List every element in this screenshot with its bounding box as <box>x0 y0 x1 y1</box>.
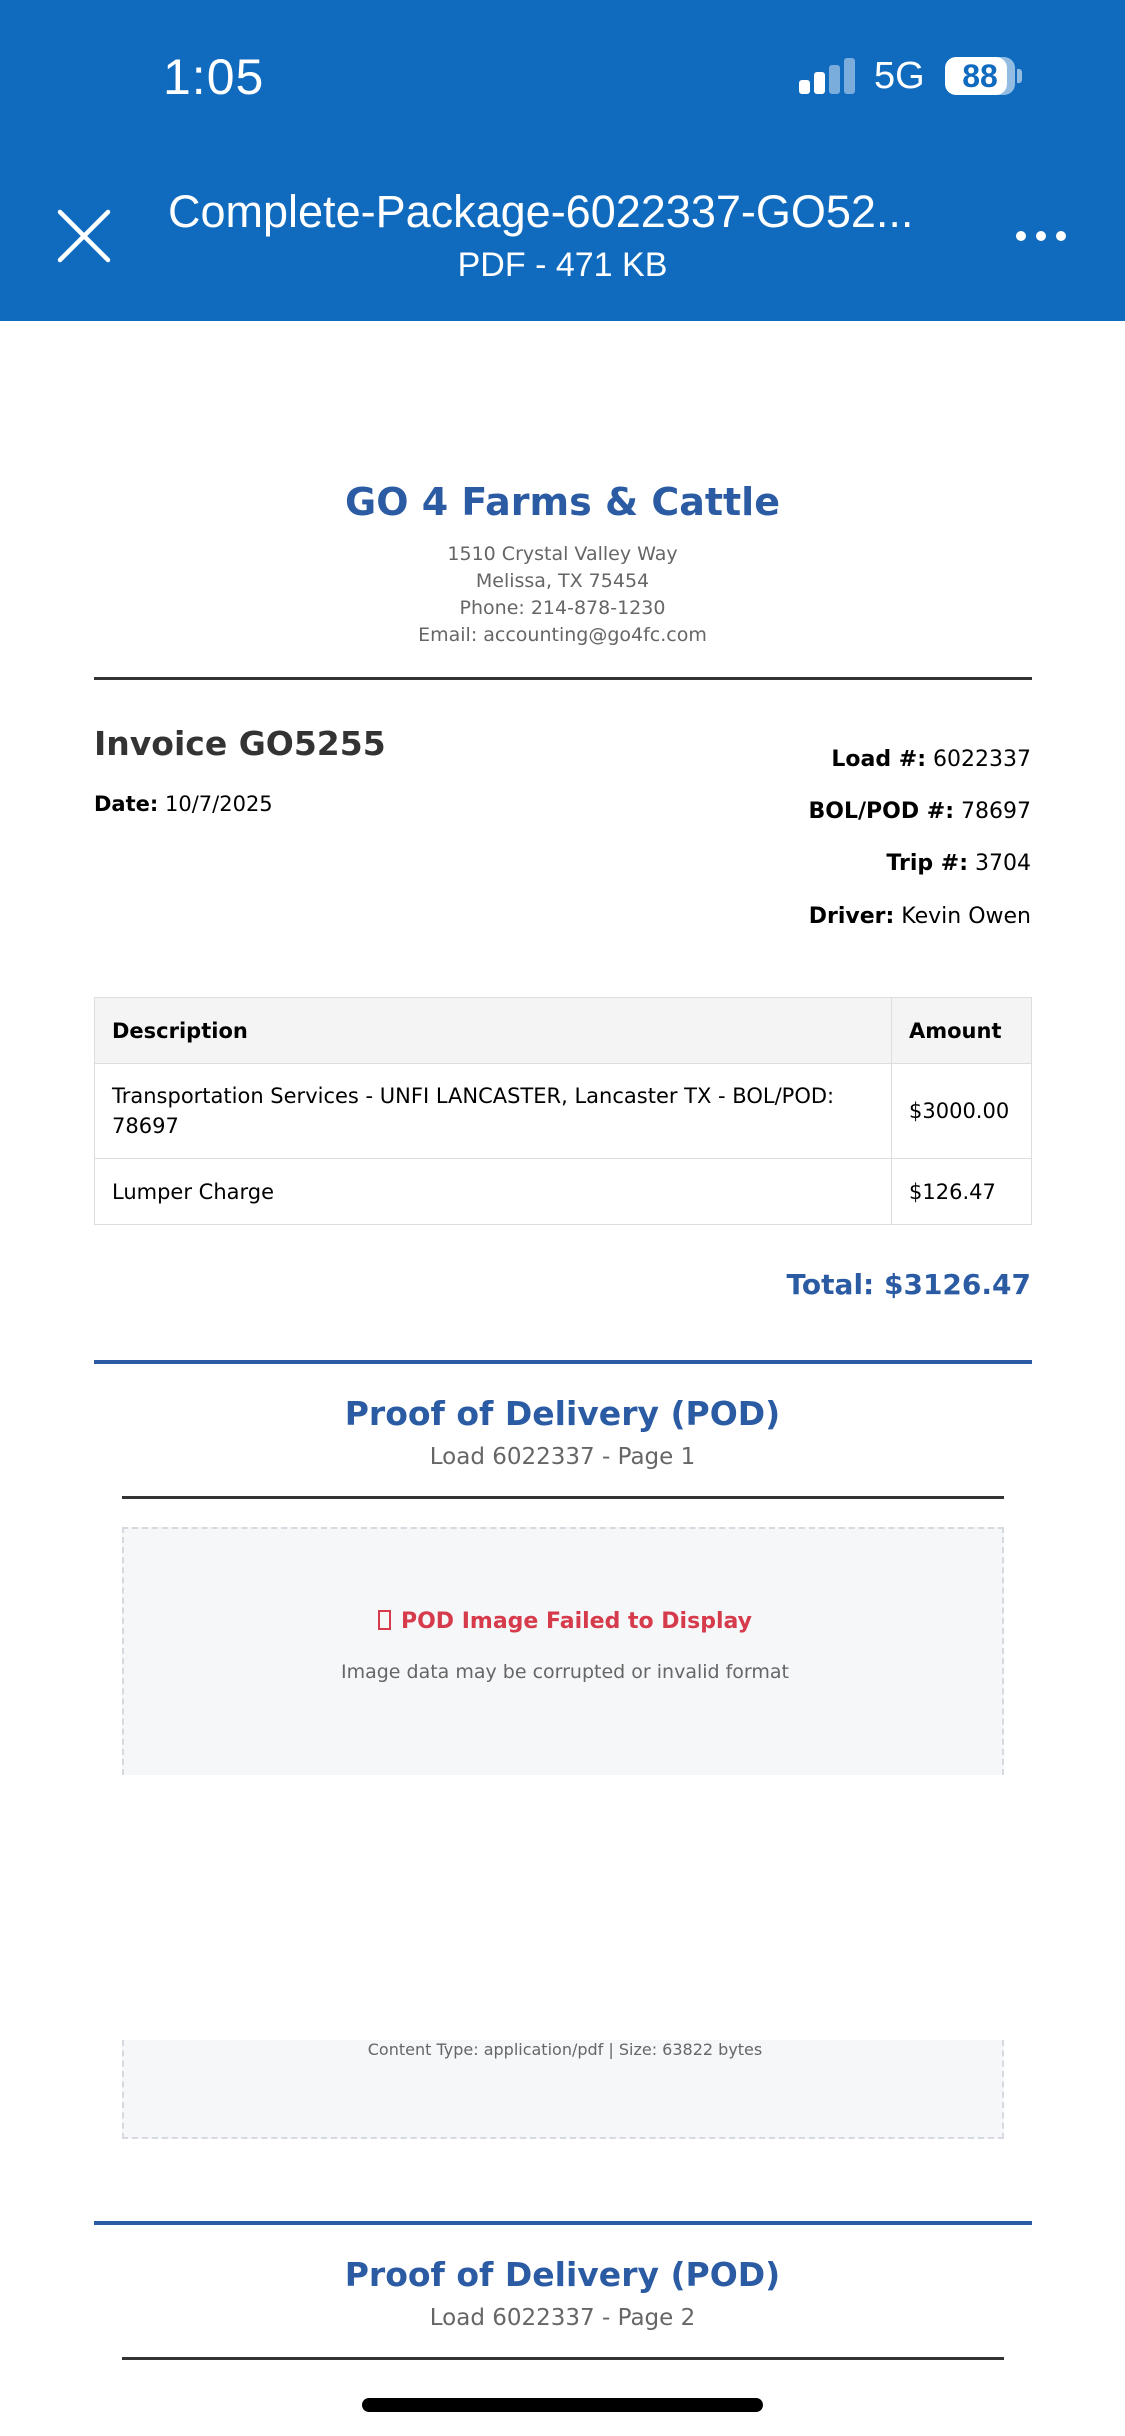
row-amount: $126.47 <box>891 1158 1032 1225</box>
table-row: Transportation Services - UNFI LANCASTER… <box>94 1063 1032 1159</box>
battery-icon: 88 <box>945 57 1022 95</box>
pod-content-meta: Content Type: application/pdf | Size: 63… <box>367 2040 763 2059</box>
invoice-total: Total: $3126.47 <box>786 1268 1031 1301</box>
date-value: 10/7/2025 <box>164 792 273 816</box>
pod-header-divider <box>122 1496 1004 1499</box>
trip-label: Trip #: <box>886 851 968 876</box>
load-number: Load #: 6022337 <box>831 747 1031 772</box>
trip-number: Trip #: 3704 <box>886 851 1031 876</box>
network-type: 5G <box>874 55 925 97</box>
row-description: Transportation Services - UNFI LANCASTER… <box>94 1063 892 1159</box>
invoice-title: Invoice GO5255 <box>94 724 386 763</box>
row-amount: $3000.00 <box>891 1063 1032 1159</box>
company-address-line2: Melissa, TX 75454 <box>475 570 650 592</box>
bol-label: BOL/POD #: <box>808 799 954 824</box>
app-header: 1:05 5G 88 Complete-Package-6022337-GO52… <box>0 0 1125 321</box>
pod-title: Proof of Delivery (POD) <box>344 1394 781 1433</box>
load-label: Load #: <box>831 747 927 772</box>
pod-image-placeholder: POD Image Failed to Display Image data m… <box>122 1527 1004 1775</box>
table-row: Lumper Charge $126.47 <box>94 1158 1032 1225</box>
column-header-amount: Amount <box>891 997 1032 1064</box>
bol-number: BOL/POD #: 78697 <box>808 799 1031 824</box>
invoice-table: Description Amount Transportation Servic… <box>94 997 1032 1225</box>
status-time: 1:05 <box>163 49 265 105</box>
cellular-signal-icon <box>799 58 855 94</box>
pod-image-placeholder-footer: Content Type: application/pdf | Size: 63… <box>122 2040 1004 2139</box>
table-header-row: Description Amount <box>94 997 1032 1064</box>
pod-section-divider <box>94 2221 1032 2225</box>
driver-label: Driver: <box>808 904 895 929</box>
pod-section-divider <box>94 1360 1032 1364</box>
company-address-line1: 1510 Crystal Valley Way <box>447 543 678 565</box>
invoice-date: Date: 10/7/2025 <box>94 792 273 816</box>
company-phone: Phone: 214-878-1230 <box>459 597 666 619</box>
pod-header-divider <box>122 2357 1004 2360</box>
pod-title: Proof of Delivery (POD) <box>344 2255 781 2294</box>
driver-name: Driver: Kevin Owen <box>809 904 1031 929</box>
missing-glyph-icon <box>377 1610 391 1630</box>
pod-error-text: POD Image Failed to Display <box>400 1609 752 1634</box>
pod-error-note: Image data may be corrupted or invalid f… <box>340 1661 790 1683</box>
file-info: PDF - 471 KB <box>457 246 668 284</box>
pod-subtitle: Load 6022337 - Page 1 <box>429 1444 696 1470</box>
more-options-button[interactable] <box>1016 222 1066 250</box>
header-divider <box>94 677 1032 680</box>
company-email: Email: accounting@go4fc.com <box>418 624 707 646</box>
column-header-description: Description <box>94 997 892 1064</box>
battery-level: 88 <box>962 58 998 94</box>
company-name: GO 4 Farms & Cattle <box>345 480 780 524</box>
driver-value: Kevin Owen <box>901 904 1031 929</box>
pod-error-title: POD Image Failed to Display <box>124 1609 1006 1634</box>
row-description: Lumper Charge <box>94 1158 892 1225</box>
pod-subtitle: Load 6022337 - Page 2 <box>429 2305 696 2331</box>
file-name: Complete-Package-6022337-GO52... <box>168 186 914 237</box>
date-label: Date: <box>94 792 159 816</box>
more-horizontal-icon <box>1016 231 1026 241</box>
home-indicator[interactable] <box>362 2398 763 2412</box>
trip-value: 3704 <box>975 851 1031 876</box>
load-value: 6022337 <box>933 747 1031 772</box>
bol-value: 78697 <box>961 799 1031 824</box>
